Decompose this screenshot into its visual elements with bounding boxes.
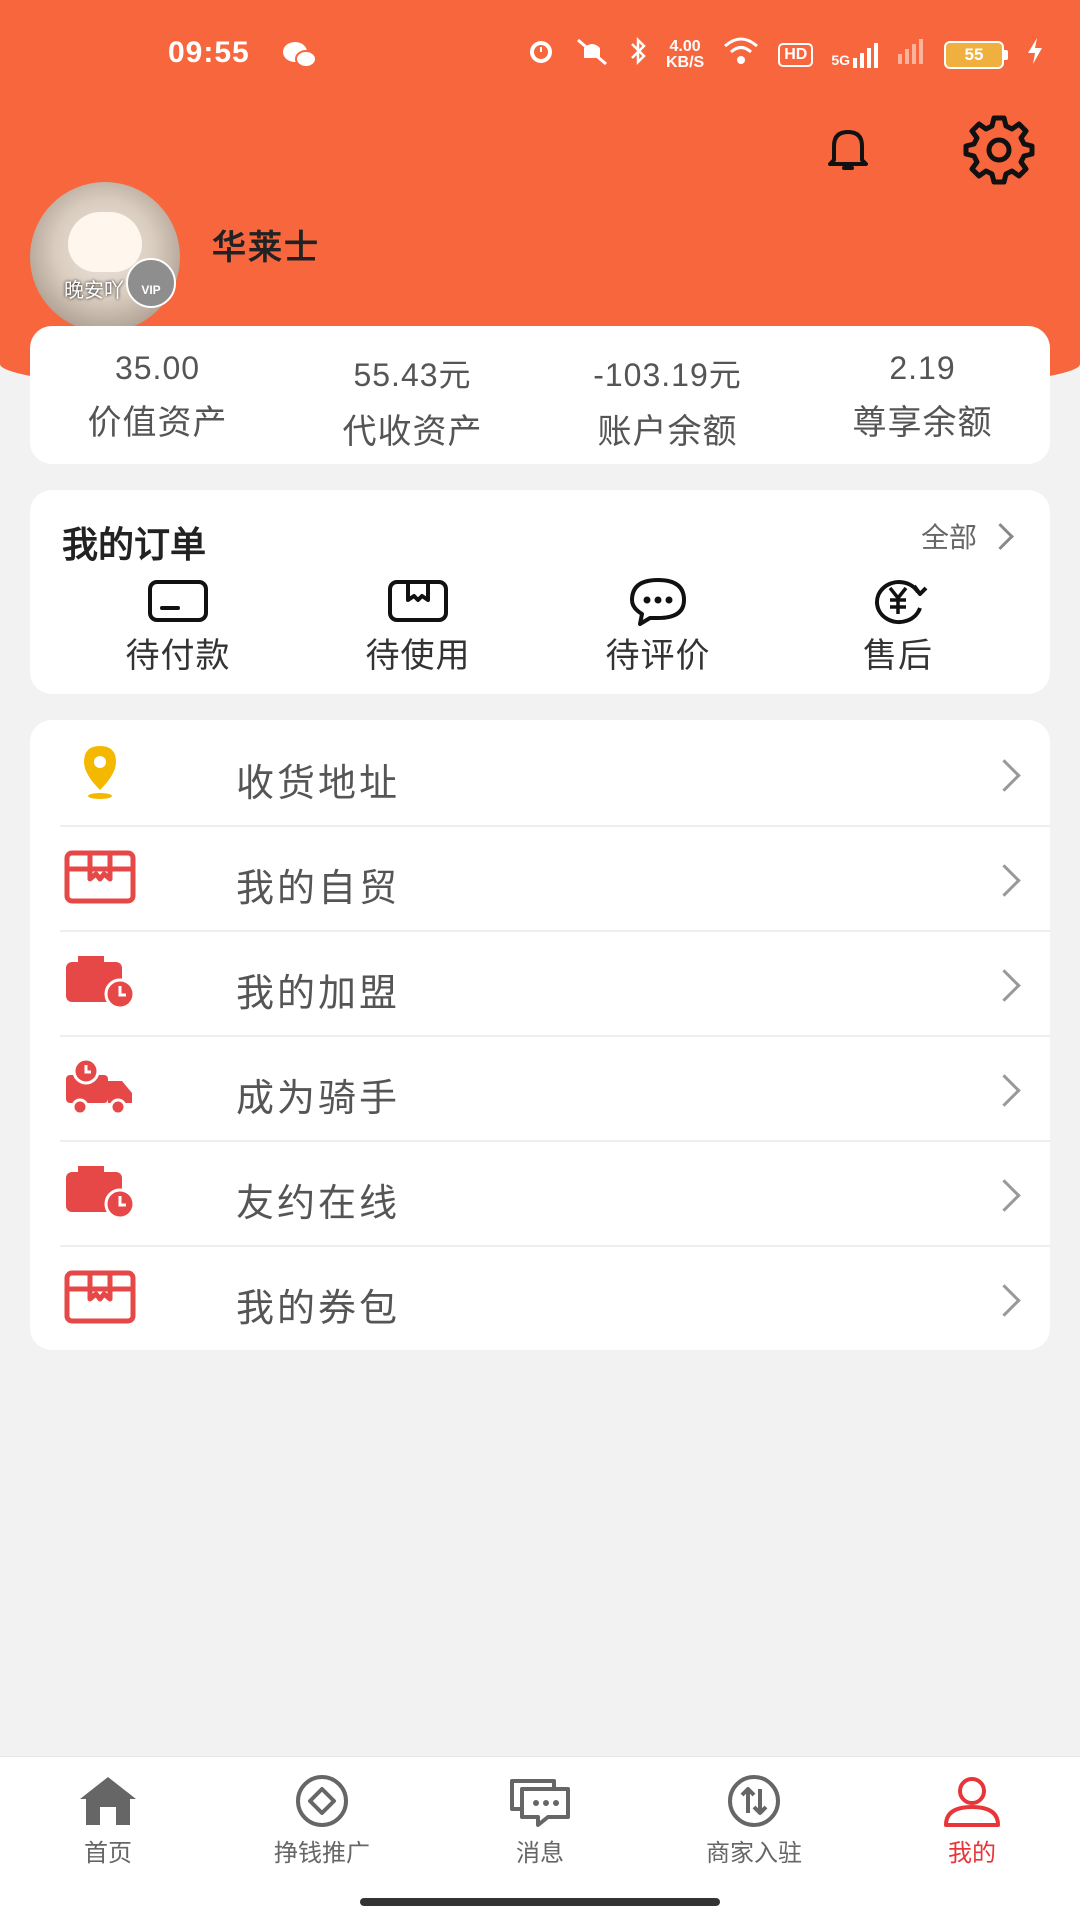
- battery-indicator: 55: [944, 40, 1008, 69]
- nav-label: 我的: [948, 1840, 996, 1867]
- asset-account-balance[interactable]: -103.19元 账户余额: [540, 326, 795, 464]
- nav-messages[interactable]: 消息: [450, 1773, 630, 1868]
- menu-label: 我的加盟: [236, 973, 401, 1015]
- alarm-icon: [526, 36, 556, 73]
- menu-become-rider[interactable]: 成为骑手: [60, 1035, 1050, 1142]
- bottom-nav: 首页 挣钱推广 消息 商家入驻 我的: [0, 1756, 1080, 1921]
- delivery-truck-icon: [66, 1057, 132, 1116]
- signal-weak-icon: [896, 38, 926, 71]
- asset-collection-assets[interactable]: 55.43元 代收资产: [285, 326, 540, 464]
- orders-all-link[interactable]: 全部: [920, 516, 1014, 556]
- order-pending-use[interactable]: 待使用: [338, 576, 498, 677]
- home-icon: [80, 1777, 136, 1825]
- menu-card: 收货地址 我的自贸 我的加盟 成为骑手 友约在线 我的券包: [30, 720, 1050, 1350]
- avatar[interactable]: 晚安吖: [30, 182, 180, 332]
- nav-earn-promote[interactable]: 挣钱推广: [232, 1773, 412, 1868]
- nav-home[interactable]: 首页: [18, 1773, 198, 1868]
- asset-label: 尊享余额: [852, 404, 993, 442]
- location-pin-icon: [84, 746, 116, 799]
- order-pending-payment[interactable]: 待付款: [98, 576, 258, 677]
- avatar-caption: 晚安吖: [64, 280, 124, 302]
- order-label: 待付款: [125, 637, 231, 675]
- asset-premium-balance[interactable]: 2.19 尊享余额: [795, 326, 1050, 464]
- chevron-right-icon: [988, 759, 1021, 792]
- menu-youyue-online[interactable]: 友约在线: [60, 1140, 1050, 1247]
- vip-badge: VIP: [126, 258, 176, 308]
- order-label: 售后: [863, 637, 933, 675]
- orders-all-label: 全部: [920, 522, 977, 553]
- signal-5g-icon: 5G: [831, 42, 878, 68]
- merchant-icon: [728, 1775, 780, 1827]
- box-icon: [64, 850, 136, 904]
- wifi-icon: [722, 36, 760, 73]
- order-after-sales[interactable]: 售后: [818, 576, 978, 677]
- asset-value: 55.43元: [353, 357, 472, 393]
- yuan-refund-icon: [875, 580, 928, 625]
- nav-label: 首页: [84, 1840, 132, 1867]
- nav-merchant-join[interactable]: 商家入驻: [664, 1773, 844, 1868]
- menu-my-franchise[interactable]: 我的加盟: [60, 930, 1050, 1037]
- asset-label: 代收资产: [342, 413, 483, 451]
- charging-icon: [1026, 37, 1044, 72]
- status-bar: 09:55 4.00 KB/S HD 5G 55: [0, 0, 1080, 110]
- menu-label: 我的自贸: [236, 868, 401, 910]
- nav-label: 商家入驻: [706, 1840, 802, 1867]
- orders-card: 我的订单 全部 待付款 待使用 待评价 售后: [30, 490, 1050, 694]
- user-icon: [944, 1777, 1000, 1827]
- status-icons: 4.00 KB/S HD 5G 55: [526, 36, 1044, 73]
- hd-badge: HD: [778, 42, 814, 67]
- chevron-right-icon: [987, 522, 1014, 550]
- menu-label: 友约在线: [236, 1183, 401, 1225]
- asset-value: 2.19: [889, 350, 956, 386]
- diamond-icon: [296, 1775, 348, 1827]
- asset-label: 账户余额: [597, 413, 738, 451]
- net-speed: 4.00 KB/S: [665, 37, 705, 71]
- wallet-clock-icon: [66, 956, 136, 1010]
- mute-icon: [574, 36, 610, 73]
- menu-my-trade[interactable]: 我的自贸: [60, 825, 1050, 932]
- status-time: 09:55: [168, 36, 250, 69]
- asset-label: 价值资产: [87, 404, 228, 442]
- chat-bubble-icon: [630, 578, 686, 626]
- wallet-icon: [148, 580, 208, 622]
- menu-my-coupons[interactable]: 我的券包: [60, 1245, 1050, 1350]
- chevron-right-icon: [988, 969, 1021, 1002]
- asset-value-assets[interactable]: 35.00 价值资产: [30, 326, 285, 464]
- user-name: 华莱士: [212, 229, 320, 267]
- assets-card: 35.00 价值资产 55.43元 代收资产 -103.19元 账户余额 2.1…: [30, 326, 1050, 464]
- chevron-right-icon: [988, 864, 1021, 897]
- orders-title: 我的订单: [62, 524, 207, 565]
- chevron-right-icon: [988, 1074, 1021, 1107]
- chevron-right-icon: [988, 1284, 1021, 1317]
- menu-shipping-address[interactable]: 收货地址: [60, 720, 1050, 827]
- nav-mine[interactable]: 我的: [882, 1773, 1062, 1868]
- bell-icon[interactable]: [820, 120, 876, 176]
- home-indicator[interactable]: [360, 1898, 720, 1906]
- menu-label: 收货地址: [236, 763, 401, 805]
- order-label: 待评价: [605, 637, 711, 675]
- avatar-image: [68, 212, 142, 272]
- order-label: 待使用: [365, 637, 471, 675]
- wechat-icon: [282, 40, 318, 77]
- box-icon: [388, 580, 448, 622]
- gear-icon[interactable]: [962, 112, 1036, 186]
- box-icon: [64, 1270, 136, 1324]
- wallet-clock-icon: [66, 1166, 136, 1220]
- asset-value: -103.19元: [593, 357, 742, 393]
- bluetooth-icon: [628, 36, 648, 73]
- nav-label: 消息: [516, 1840, 564, 1867]
- message-icon: [510, 1779, 570, 1827]
- chevron-right-icon: [988, 1179, 1021, 1212]
- menu-label: 我的券包: [236, 1288, 401, 1330]
- asset-value: 35.00: [114, 350, 201, 386]
- order-pending-review[interactable]: 待评价: [578, 576, 738, 677]
- nav-label: 挣钱推广: [274, 1840, 370, 1867]
- menu-label: 成为骑手: [236, 1078, 401, 1120]
